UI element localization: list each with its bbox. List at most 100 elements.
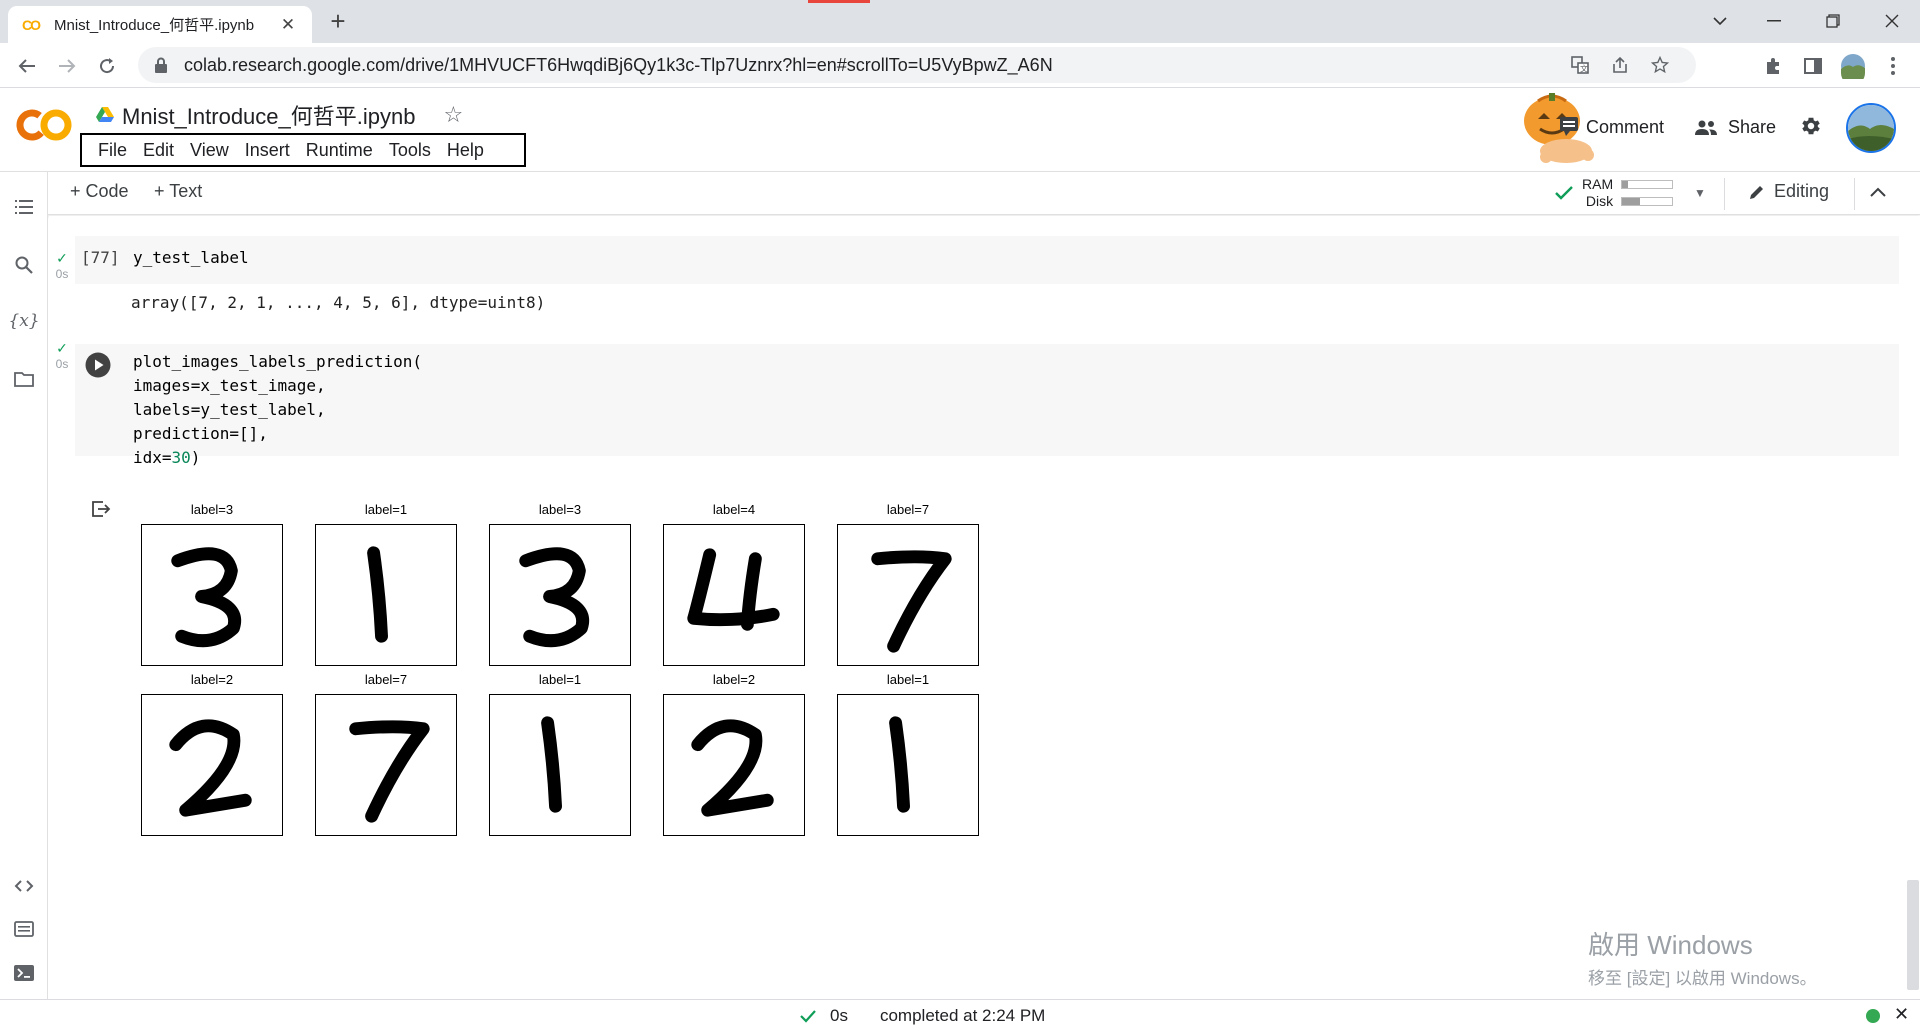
table-of-contents-icon[interactable] (0, 190, 48, 224)
profile-avatar-small[interactable] (1838, 51, 1868, 81)
digit-image (141, 694, 283, 836)
editing-mode-button[interactable]: Editing (1748, 181, 1829, 202)
digit-label: label=2 (712, 672, 756, 687)
code-cell-1[interactable]: [77] y_test_label (75, 236, 1899, 284)
code-token: ) (190, 448, 201, 467)
cell-exec-status: ✓ 0s (55, 340, 69, 371)
tab-search-icon[interactable] (1700, 6, 1740, 36)
menu-tools[interactable]: Tools (381, 140, 439, 161)
chrome-menu-icon[interactable] (1878, 51, 1908, 81)
scrollbar-thumb[interactable] (1907, 880, 1919, 990)
colab-favicon-icon: CO (22, 16, 41, 33)
digit-stroke (691, 719, 774, 817)
code-snippets-icon[interactable] (0, 869, 48, 903)
add-code-cell-button[interactable]: + Code (70, 181, 129, 202)
extensions-puzzle-icon[interactable] (1758, 51, 1788, 81)
digit-label: label=3 (190, 502, 234, 517)
digit-stroke (349, 720, 430, 823)
menu-file[interactable]: File (90, 140, 135, 161)
digit-image (141, 524, 283, 666)
side-panel-icon[interactable] (1798, 51, 1828, 81)
left-sidebar-rail: {x} (0, 172, 48, 999)
window-close-icon[interactable] (1872, 6, 1912, 36)
add-text-cell-button[interactable]: + Text (154, 181, 202, 202)
cell-exec-status: ✓ 0s (55, 250, 69, 281)
handwritten-digit-1 (541, 716, 562, 813)
bookmark-star-icon[interactable] (1640, 47, 1680, 83)
cell-code-block[interactable]: plot_images_labels_prediction( images=x_… (133, 350, 422, 470)
menu-insert[interactable]: Insert (237, 140, 298, 161)
search-icon[interactable] (0, 248, 48, 282)
caret-down-icon[interactable]: ▼ (1694, 186, 1706, 200)
gear-icon[interactable] (1800, 115, 1822, 144)
menu-runtime[interactable]: Runtime (298, 140, 381, 161)
omnibox[interactable]: colab.research.google.com/drive/1MHVUCFT… (138, 47, 1696, 83)
run-cell-play-icon[interactable] (85, 352, 111, 378)
digit-stroke (871, 550, 952, 653)
forward-arrow-icon[interactable] (52, 51, 82, 81)
mnist-digit-panel: label=3 (141, 502, 283, 666)
status-bar: 0s completed at 2:24 PM ✕ (0, 999, 1920, 1031)
command-palette-icon[interactable] (0, 912, 48, 946)
back-arrow-icon[interactable] (12, 51, 42, 81)
exec-time: 0s (55, 357, 69, 371)
disk-usage-bar (1621, 197, 1674, 206)
code-token: idx= (133, 448, 172, 467)
terminal-icon[interactable] (0, 956, 48, 990)
cell-code[interactable]: y_test_label (133, 246, 249, 270)
minimize-icon[interactable] (1754, 6, 1794, 36)
google-drive-icon (96, 107, 114, 122)
comment-button[interactable]: Comment (1586, 117, 1664, 138)
colab-header: Mnist_Introduce_何哲平.ipynb ☆ File Edit Vi… (0, 89, 1920, 171)
chevron-up-icon[interactable] (1870, 180, 1886, 203)
runtime-resources-indicator[interactable]: RAM Disk (1554, 176, 1674, 210)
handwritten-digit-2 (169, 719, 252, 817)
tab-close-icon[interactable]: ✕ (278, 15, 298, 35)
ram-usage-fill (1622, 181, 1629, 188)
share-page-icon[interactable] (1600, 47, 1640, 83)
folder-icon[interactable] (0, 362, 48, 396)
menu-view[interactable]: View (182, 140, 237, 161)
handwritten-digit-3 (171, 547, 242, 648)
account-avatar[interactable] (1846, 103, 1896, 153)
code-line: images=x_test_image, (133, 376, 326, 395)
reload-icon[interactable] (92, 51, 122, 81)
restore-icon[interactable] (1813, 6, 1853, 36)
digit-image (315, 694, 457, 836)
new-tab-button[interactable]: + (323, 6, 353, 37)
translate-icon[interactable]: 文 (1560, 47, 1600, 83)
pencil-icon (1750, 185, 1763, 199)
close-icon[interactable]: ✕ (1894, 1004, 1909, 1025)
variables-icon[interactable]: {x} (0, 304, 48, 338)
digit-stroke (169, 719, 252, 817)
ram-usage-bar (1621, 180, 1674, 189)
browser-tab[interactable]: CO Mnist_Introduce_何哲平.ipynb ✕ (8, 6, 312, 43)
handwritten-digit-2 (691, 719, 774, 817)
url-text[interactable]: colab.research.google.com/drive/1MHVUCFT… (184, 55, 1560, 76)
share-label: Share (1728, 117, 1777, 137)
address-toolbar: colab.research.google.com/drive/1MHVUCFT… (0, 43, 1920, 88)
status-text: completed at 2:24 PM (879, 1006, 1046, 1025)
menu-help[interactable]: Help (439, 140, 492, 161)
share-button[interactable]: Share (1694, 117, 1776, 138)
handwritten-digit-1 (367, 546, 388, 643)
code-line: plot_images_labels_prediction( (133, 352, 422, 371)
people-icon (1695, 120, 1717, 135)
code-cell-2[interactable]: plot_images_labels_prediction( images=x_… (75, 344, 1899, 467)
menu-edit[interactable]: Edit (135, 140, 182, 161)
digit-stroke (519, 547, 590, 648)
watermark-line1: 啟用 Windows (1588, 930, 1753, 960)
status-time: 0s (830, 1006, 848, 1025)
colab-logo-icon[interactable] (16, 107, 72, 143)
execution-status[interactable]: 0s completed at 2:24 PM (800, 1006, 1045, 1026)
notebook-title[interactable]: Mnist_Introduce_何哲平.ipynb (122, 99, 415, 131)
disk-usage-fill (1622, 198, 1640, 205)
star-notebook-icon[interactable]: ☆ (443, 102, 463, 128)
mnist-digit-panel: label=4 (663, 502, 805, 666)
mnist-digit-panel: label=1 (837, 672, 979, 836)
output-menu-icon[interactable] (91, 500, 111, 518)
connected-check-icon (1555, 186, 1573, 200)
toolbar-divider (1724, 178, 1725, 210)
handwritten-digit-3 (519, 547, 590, 648)
mnist-image-grid: label=3 label=1 label=3 label=4 label=7 label… (141, 502, 1021, 842)
